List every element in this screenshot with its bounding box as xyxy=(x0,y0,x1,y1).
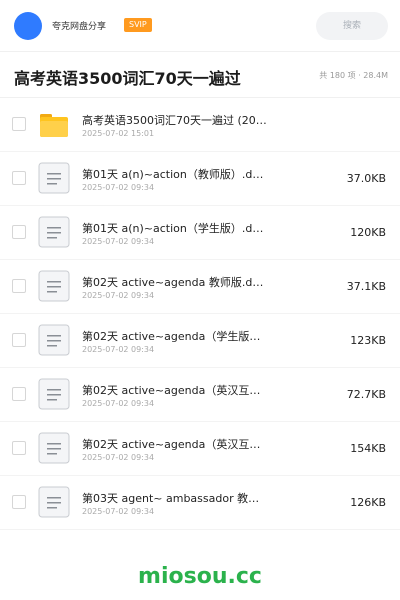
select-checkbox[interactable] xyxy=(12,495,26,509)
select-checkbox[interactable] xyxy=(12,171,26,185)
folder-icon xyxy=(40,114,68,137)
document-icon xyxy=(38,216,70,248)
select-checkbox[interactable] xyxy=(12,333,26,347)
file-date: 2025-07-02 09:34 xyxy=(82,399,155,408)
file-name: 第03天 agent~ ambassador 教师… xyxy=(82,492,270,505)
file-size: 154KB xyxy=(350,442,386,455)
file-name: 第02天 active~agenda（学生版）.d… xyxy=(82,330,270,343)
avatar[interactable] xyxy=(14,12,42,40)
header: 夸克网盘分享 SVIP 搜索 xyxy=(0,0,400,52)
document-icon xyxy=(38,270,70,302)
file-name: 第02天 active~agenda 教师版.do… xyxy=(82,276,270,289)
file-date: 2025-07-02 09:34 xyxy=(82,291,155,300)
folder-meta: 共 180 项 · 28.4M xyxy=(319,71,388,80)
document-icon xyxy=(38,324,70,356)
file-row[interactable]: 高考英语3500词汇70天一遍过 (2025版) 2025-07-02 15:0… xyxy=(0,98,400,152)
file-date: 2025-07-02 09:34 xyxy=(82,345,155,354)
file-date: 2025-07-02 15:01 xyxy=(82,129,155,138)
file-date: 2025-07-02 09:34 xyxy=(82,237,155,246)
file-row[interactable]: 第02天 active~agenda（英汉互译+词… 2025-07-02 09… xyxy=(0,422,400,476)
file-size: 37.0KB xyxy=(346,172,386,185)
file-name: 第01天 a(n)~action（学生版）.docx xyxy=(82,222,270,235)
file-row[interactable]: 第01天 a(n)~action（教师版）.docx 2025-07-02 09… xyxy=(0,152,400,206)
select-checkbox[interactable] xyxy=(12,441,26,455)
app-name: 夸克网盘分享 xyxy=(52,22,107,32)
file-name: 第01天 a(n)~action（教师版）.docx xyxy=(82,168,270,181)
file-date: 2025-07-02 09:34 xyxy=(82,183,155,192)
file-list: 高考英语3500词汇70天一遍过 (2025版) 2025-07-02 15:0… xyxy=(0,98,400,530)
select-checkbox[interactable] xyxy=(12,117,26,131)
document-icon xyxy=(38,162,70,194)
title-bar: 高考英语3500词汇70天一遍过 共 180 项 · 28.4M xyxy=(0,52,400,98)
file-row[interactable]: 第02天 active~agenda 教师版.do… 2025-07-02 09… xyxy=(0,260,400,314)
document-icon xyxy=(38,486,70,518)
file-date: 2025-07-02 09:34 xyxy=(82,453,155,462)
select-checkbox[interactable] xyxy=(12,279,26,293)
file-size: 126KB xyxy=(350,496,386,509)
select-checkbox[interactable] xyxy=(12,387,26,401)
file-date: 2025-07-02 09:34 xyxy=(82,507,155,516)
search-input[interactable]: 搜索 xyxy=(316,12,388,40)
document-icon xyxy=(38,432,70,464)
file-name: 高考英语3500词汇70天一遍过 (2025版) xyxy=(82,114,270,127)
watermark: miosou.cc xyxy=(138,564,262,589)
file-row[interactable]: 第02天 active~agenda（英汉互译+词… 2025-07-02 09… xyxy=(0,368,400,422)
file-row[interactable]: 第03天 agent~ ambassador 教师… 2025-07-02 09… xyxy=(0,476,400,530)
document-icon xyxy=(38,378,70,410)
file-size: 120KB xyxy=(350,226,386,239)
file-row[interactable]: 第01天 a(n)~action（学生版）.docx 2025-07-02 09… xyxy=(0,206,400,260)
select-checkbox[interactable] xyxy=(12,225,26,239)
file-name: 第02天 active~agenda（英汉互译+词… xyxy=(82,438,270,451)
file-row[interactable]: 第02天 active~agenda（学生版）.d… 2025-07-02 09… xyxy=(0,314,400,368)
file-size: 37.1KB xyxy=(346,280,386,293)
file-size: 72.7KB xyxy=(346,388,386,401)
file-name: 第02天 active~agenda（英汉互译+词… xyxy=(82,384,270,397)
file-size: 123KB xyxy=(350,334,386,347)
svip-badge: SVIP xyxy=(124,18,152,32)
page-title: 高考英语3500词汇70天一遍过 xyxy=(14,69,241,88)
